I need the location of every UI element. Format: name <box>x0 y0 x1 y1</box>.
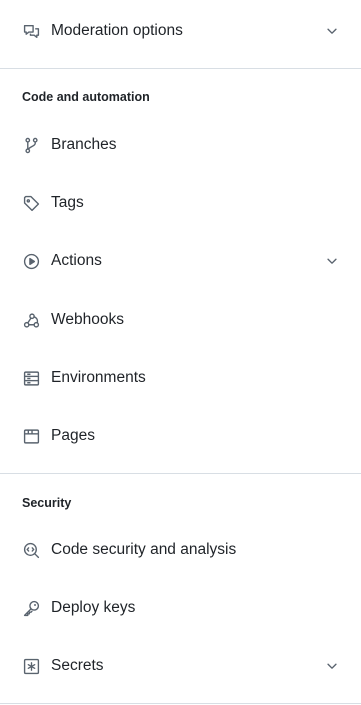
chevron-down-icon[interactable] <box>325 254 339 268</box>
sidebar-item-moderation-options[interactable]: Moderation options <box>0 11 361 51</box>
section-divider <box>0 68 361 69</box>
section-heading-security: Security <box>22 496 72 510</box>
sidebar-item-label: Deploy keys <box>51 599 136 616</box>
sidebar-item-branches[interactable]: Branches <box>0 125 361 165</box>
sidebar-item-pages[interactable]: Pages <box>0 416 361 456</box>
sidebar-item-label: Code security and analysis <box>51 541 237 558</box>
chevron-down-icon[interactable] <box>325 659 339 673</box>
server-icon <box>22 369 40 387</box>
sidebar-item-label: Branches <box>51 136 117 153</box>
webhook-icon <box>22 311 40 329</box>
sidebar-item-environments[interactable]: Environments <box>0 358 361 398</box>
sidebar-item-label: Actions <box>51 252 102 269</box>
sidebar-item-label: Secrets <box>51 657 104 674</box>
key-asterisk-icon <box>22 657 40 675</box>
chevron-down-icon[interactable] <box>325 24 339 38</box>
sidebar-item-label: Pages <box>51 427 95 444</box>
sidebar-item-code-security-and-analysis[interactable]: Code security and analysis <box>0 530 361 570</box>
sidebar-item-label: Environments <box>51 369 146 386</box>
sidebar-item-webhooks[interactable]: Webhooks <box>0 300 361 340</box>
sidebar-item-actions[interactable]: Actions <box>0 241 361 281</box>
section-divider <box>0 703 361 704</box>
comment-discussion-icon <box>22 22 40 40</box>
git-branch-icon <box>22 136 40 154</box>
key-icon <box>22 599 40 617</box>
sidebar-item-label: Moderation options <box>51 22 183 39</box>
section-heading-code-and-automation: Code and automation <box>22 90 150 104</box>
sidebar-item-label: Tags <box>51 194 84 211</box>
codescan-icon <box>22 541 40 559</box>
section-divider <box>0 473 361 474</box>
sidebar-item-tags[interactable]: Tags <box>0 183 361 223</box>
play-icon <box>22 252 40 270</box>
tag-icon <box>22 194 40 212</box>
sidebar-item-deploy-keys[interactable]: Deploy keys <box>0 588 361 628</box>
settings-sidebar: Moderation options Code and automation B… <box>0 0 361 705</box>
sidebar-item-label: Webhooks <box>51 311 124 328</box>
browser-icon <box>22 427 40 445</box>
sidebar-item-secrets[interactable]: Secrets <box>0 646 361 686</box>
